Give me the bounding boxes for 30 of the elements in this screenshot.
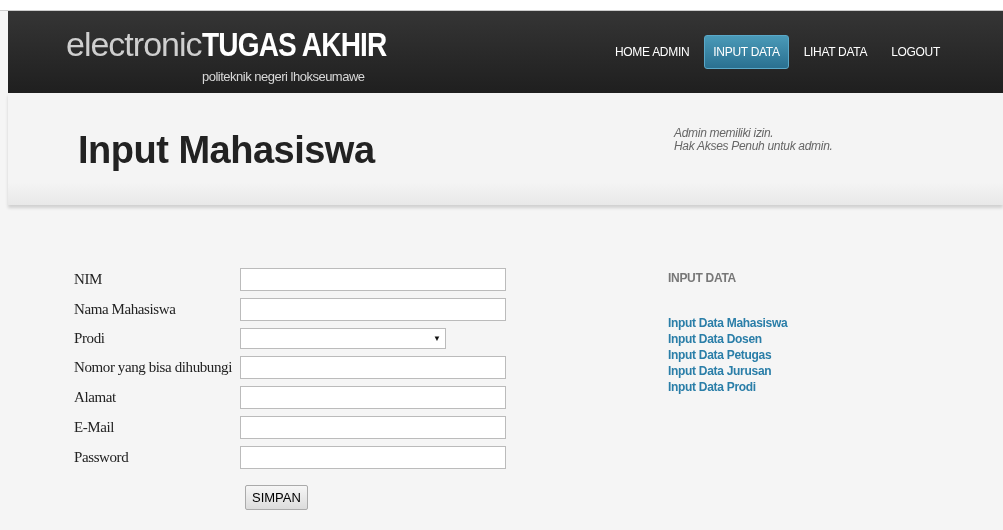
sidebar-link[interactable]: Input Data Jurusan <box>668 363 788 379</box>
nav-link[interactable]: LIHAT DATA <box>794 35 877 69</box>
save-button[interactable]: SIMPAN <box>245 485 308 510</box>
input-field[interactable] <box>240 386 506 409</box>
nav-link[interactable]: LOGOUT <box>882 35 949 69</box>
logo-title: TUGAS AKHIR <box>201 28 386 61</box>
page-title: Input Mahasiswa <box>78 129 377 173</box>
sidebar-link[interactable]: Input Data Petugas <box>668 347 788 363</box>
input-field[interactable] <box>240 416 506 439</box>
nav-link[interactable]: INPUT DATA <box>704 35 789 69</box>
logo-subtitle: politeknik negeri lhokseumawe <box>202 69 366 84</box>
password-field[interactable] <box>240 446 506 469</box>
field-label: Nama Mahasiswa <box>74 301 177 318</box>
nav-link[interactable]: HOME ADMIN <box>605 35 699 69</box>
field-label: E-Mail <box>74 419 116 436</box>
field-label: Password <box>74 449 130 466</box>
logo-text: electronic <box>66 27 202 61</box>
select-field[interactable]: ▼ <box>240 328 446 349</box>
input-field[interactable] <box>240 268 506 291</box>
field-label: Prodi <box>74 330 106 347</box>
sidebar-link[interactable]: Input Data Prodi <box>668 379 788 395</box>
sidebar-link[interactable]: Input Data Dosen <box>668 331 788 347</box>
field-label: Nomor yang bisa dihubungi <box>74 359 233 376</box>
input-field[interactable] <box>240 298 506 321</box>
field-label: NIM <box>74 271 103 288</box>
sidebar-link[interactable]: Input Data Mahasiswa <box>668 315 788 331</box>
sidebar-title: INPUT DATA <box>668 271 737 285</box>
field-label: Alamat <box>74 389 117 406</box>
access-notice: Admin memiliki izin. Hak Akses Penuh untuk admin. <box>674 127 833 155</box>
input-field[interactable] <box>240 356 506 379</box>
